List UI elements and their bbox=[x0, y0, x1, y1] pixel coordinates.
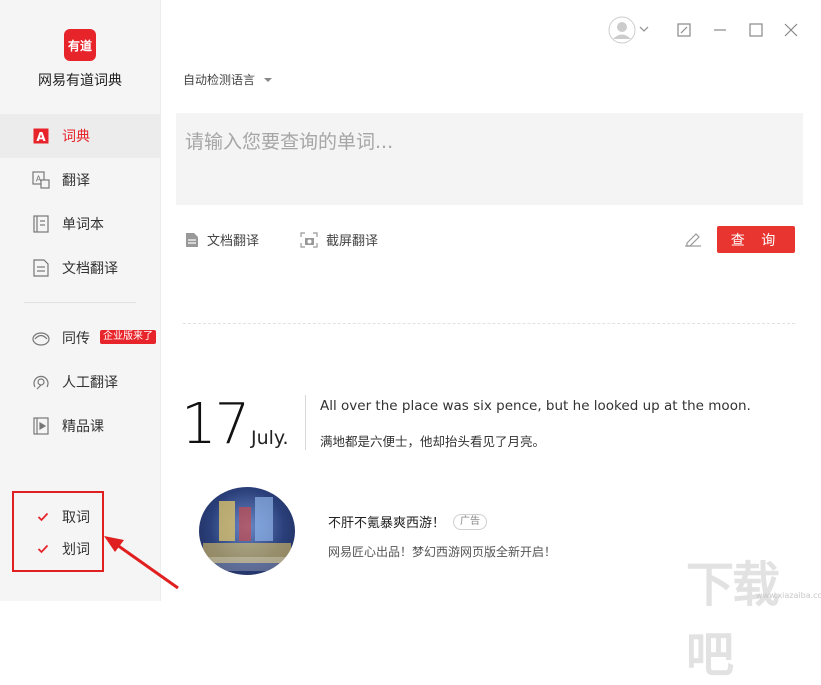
avatar-icon bbox=[608, 16, 649, 44]
document-icon bbox=[32, 259, 50, 277]
sidebar-item-document[interactable]: 文档翻译 bbox=[0, 246, 160, 290]
shrink-icon bbox=[677, 23, 691, 37]
section-divider bbox=[183, 323, 795, 324]
handwriting-button[interactable] bbox=[684, 231, 702, 251]
search-input[interactable]: 请输入您要查询的单词... bbox=[176, 113, 803, 205]
logo-text: 有道 bbox=[67, 38, 92, 53]
daily-divider bbox=[305, 395, 306, 450]
game-art-image bbox=[203, 497, 291, 571]
language-select[interactable]: 自动检测语言 bbox=[183, 71, 273, 88]
close-icon bbox=[784, 23, 798, 37]
maximize-button[interactable] bbox=[746, 20, 766, 40]
sidebar-item-label: 文档翻译 bbox=[62, 261, 118, 277]
wordbook-icon bbox=[32, 215, 50, 233]
enterprise-badge: 企业版来了 bbox=[100, 330, 156, 344]
maximize-icon bbox=[749, 23, 763, 37]
simultaneous-icon bbox=[32, 329, 50, 347]
watermark-url: www.xiazaiba.com bbox=[756, 591, 821, 600]
ad-image[interactable] bbox=[199, 487, 295, 575]
sidebar-item-translate[interactable]: A 翻译 bbox=[0, 158, 160, 202]
mini-mode-button[interactable] bbox=[674, 20, 694, 40]
human-translate-icon bbox=[32, 373, 50, 391]
daily-sentence-cn: 满地都是六便士，他却抬头看见了月亮。 bbox=[320, 434, 546, 449]
sidebar-item-label: 同传 bbox=[62, 331, 90, 347]
screenshot-translate-label: 截屏翻译 bbox=[326, 234, 379, 249]
minimize-button[interactable] bbox=[710, 20, 730, 40]
daily-day: 17 bbox=[181, 392, 250, 457]
ad-title-text: 不肝不氪暴爽西游！ bbox=[328, 516, 446, 531]
sidebar-item-label: 精品课 bbox=[62, 419, 104, 435]
document-icon bbox=[186, 232, 198, 247]
watermark-logo: 下载吧 bbox=[686, 557, 780, 683]
ad-description[interactable]: 网易匠心出品！梦幻西游网页版全新开启！ bbox=[328, 543, 556, 560]
search-placeholder: 请输入您要查询的单词... bbox=[185, 131, 394, 153]
sidebar-item-dictionary[interactable]: A 词典 bbox=[0, 114, 160, 158]
sidebar-item-label: 人工翻译 bbox=[62, 375, 118, 391]
minimize-icon bbox=[714, 29, 726, 31]
caret-down-icon bbox=[264, 77, 273, 82]
sidebar-item-simultaneous[interactable]: 同传 企业版来了 bbox=[0, 316, 160, 360]
language-select-label: 自动检测语言 bbox=[183, 73, 256, 87]
svg-text:A: A bbox=[36, 130, 46, 144]
doc-translate-button[interactable]: 文档翻译 bbox=[185, 230, 259, 249]
user-avatar-menu[interactable] bbox=[608, 16, 650, 44]
screenshot-icon bbox=[300, 231, 318, 248]
sidebar-item-wordbook[interactable]: 单词本 bbox=[0, 202, 160, 246]
doc-translate-label: 文档翻译 bbox=[207, 234, 260, 249]
daily-sentence-en[interactable]: All over the place was six pence, but he… bbox=[320, 398, 751, 414]
screenshot-translate-button[interactable]: 截屏翻译 bbox=[300, 230, 378, 249]
sidebar-item-course[interactable]: 精品课 bbox=[0, 404, 160, 448]
sidebar-item-label: 词典 bbox=[62, 129, 90, 145]
annotation-highlight-box bbox=[12, 491, 104, 572]
sidebar-item-label: 单词本 bbox=[62, 217, 104, 233]
dictionary-icon: A bbox=[32, 127, 50, 145]
pen-icon bbox=[685, 233, 701, 247]
app-name: 网易有道词典 bbox=[38, 73, 122, 89]
course-icon bbox=[32, 417, 50, 435]
ad-title[interactable]: 不肝不氪暴爽西游！ 广告 bbox=[328, 512, 488, 531]
query-button[interactable]: 查 询 bbox=[717, 226, 795, 253]
sidebar-item-label: 翻译 bbox=[62, 173, 90, 189]
daily-month: July. bbox=[251, 427, 289, 449]
app-logo: 有道 bbox=[64, 29, 96, 61]
sidebar-divider bbox=[24, 302, 136, 303]
ad-tag: 广告 bbox=[453, 513, 488, 530]
translate-icon: A bbox=[32, 171, 50, 189]
close-button[interactable] bbox=[781, 20, 801, 40]
sidebar-item-human-translate[interactable]: 人工翻译 bbox=[0, 360, 160, 404]
